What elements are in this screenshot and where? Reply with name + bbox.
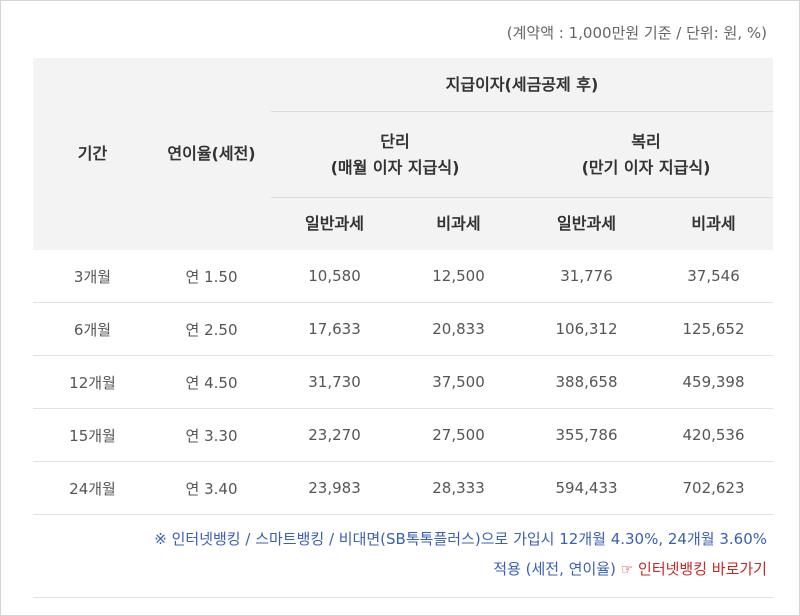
cell-compound-general: 31,776	[519, 250, 654, 303]
cell-compound-general: 106,312	[519, 302, 654, 356]
table-row: 3개월 연 1.50 10,580 12,500 31,776 37,546	[33, 250, 773, 303]
cell-simple-taxfree: 12,500	[398, 250, 519, 303]
cell-compound-taxfree: 420,536	[654, 408, 773, 462]
table-row: 15개월 연 3.30 23,270 27,500 355,786 420,53…	[33, 408, 773, 462]
header-simple-general: 일반과세	[271, 197, 398, 250]
cell-compound-taxfree: 459,398	[654, 355, 773, 409]
cell-period: 3개월	[33, 250, 152, 303]
cell-simple-general: 17,633	[271, 302, 398, 356]
cell-compound-taxfree: 125,652	[654, 302, 773, 356]
cell-simple-taxfree: 27,500	[398, 408, 519, 462]
interest-rate-table: 기간 연이율(세전) 지급이자(세금공제 후) 단리 (매월 이자 지급식) 복…	[33, 58, 773, 515]
header-simple-sub: (매월 이자 지급식)	[330, 157, 460, 177]
cell-simple-taxfree: 28,333	[398, 461, 519, 515]
header-interest-group: 지급이자(세금공제 후)	[271, 58, 773, 112]
cell-period: 15개월	[33, 408, 152, 462]
header-compound-taxfree: 비과세	[654, 197, 773, 250]
header-compound-sub: (만기 이자 지급식)	[581, 157, 711, 177]
cell-compound-general: 388,658	[519, 355, 654, 409]
cell-period: 24개월	[33, 461, 152, 515]
cell-rate: 연 4.50	[152, 355, 271, 409]
header-simple-taxfree: 비과세	[398, 197, 519, 250]
header-simple-interest: 단리 (매월 이자 지급식)	[271, 111, 519, 198]
internet-banking-link[interactable]: 인터넷뱅킹 바로가기	[638, 560, 767, 578]
cell-period: 12개월	[33, 355, 152, 409]
table-row: 6개월 연 2.50 17,633 20,833 106,312 125,652	[33, 302, 773, 356]
cell-rate: 연 3.30	[152, 408, 271, 462]
cell-rate: 연 1.50	[152, 250, 271, 303]
header-simple-label: 단리	[380, 131, 410, 151]
cell-rate: 연 2.50	[152, 302, 271, 356]
cell-simple-taxfree: 20,833	[398, 302, 519, 356]
cell-compound-taxfree: 37,546	[654, 250, 773, 303]
bottom-divider	[33, 597, 773, 598]
pointing-hand-icon: ☞	[620, 562, 634, 578]
header-compound-interest: 복리 (만기 이자 지급식)	[519, 111, 773, 198]
notice-line-1: ※ 인터넷뱅킹 / 스마트뱅킹 / 비대면(SB톡톡플러스)으로 가입시 12개…	[154, 530, 767, 548]
cell-simple-general: 31,730	[271, 355, 398, 409]
header-rate: 연이율(세전)	[152, 58, 271, 250]
cell-compound-taxfree: 702,623	[654, 461, 773, 515]
cell-compound-general: 594,433	[519, 461, 654, 515]
header-row-1: 기간 연이율(세전) 지급이자(세금공제 후)	[33, 58, 773, 250]
cell-period: 6개월	[33, 302, 152, 356]
cell-compound-general: 355,786	[519, 408, 654, 462]
unit-note: (계약액 : 1,000만원 기준 / 단위: 원, %)	[506, 24, 767, 42]
notice-line-2: 적용 (세전, 연이율) ☞ 인터넷뱅킹 바로가기	[154, 554, 767, 585]
table-row: 12개월 연 4.50 31,730 37,500 388,658 459,39…	[33, 355, 773, 409]
cell-simple-general: 10,580	[271, 250, 398, 303]
cell-rate: 연 3.40	[152, 461, 271, 515]
cell-simple-general: 23,983	[271, 461, 398, 515]
table-row: 24개월 연 3.40 23,983 28,333 594,433 702,62…	[33, 461, 773, 515]
header-period: 기간	[33, 58, 152, 250]
cell-simple-general: 23,270	[271, 408, 398, 462]
header-compound-label: 복리	[631, 131, 661, 151]
header-compound-general: 일반과세	[519, 197, 654, 250]
notice-condition: 적용 (세전, 연이율)	[493, 560, 616, 578]
online-signup-notice: ※ 인터넷뱅킹 / 스마트뱅킹 / 비대면(SB톡톡플러스)으로 가입시 12개…	[154, 524, 767, 585]
cell-simple-taxfree: 37,500	[398, 355, 519, 409]
